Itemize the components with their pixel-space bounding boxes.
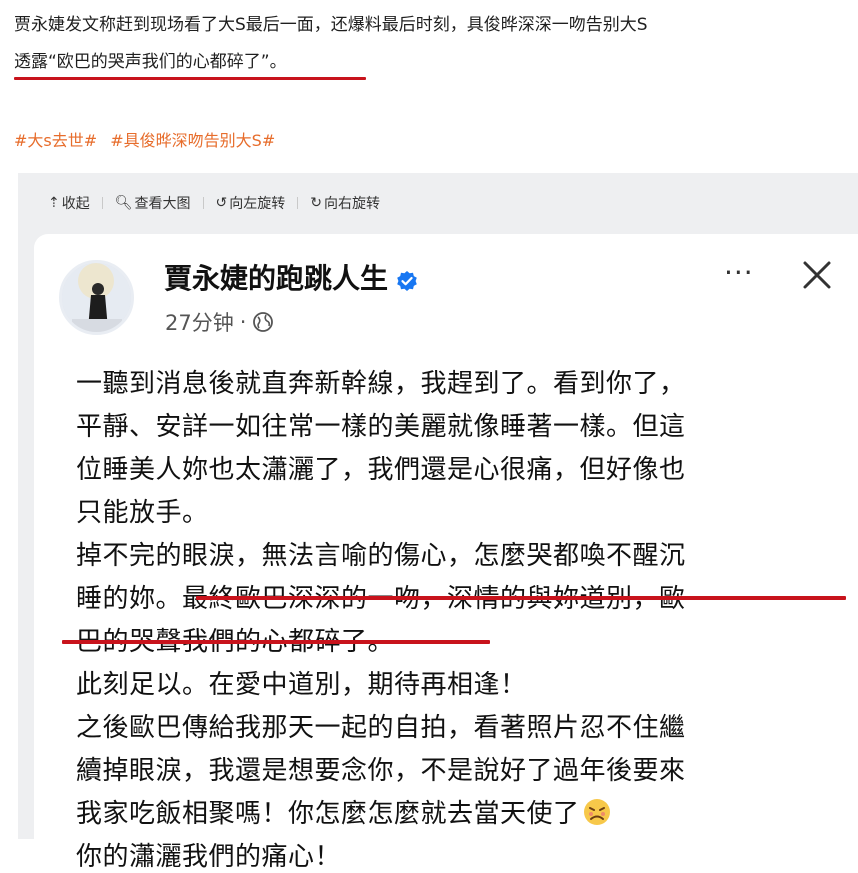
crying-face-emoji-icon <box>582 797 612 827</box>
rotate-right-button[interactable]: ↻ 向右旋转 <box>310 193 380 213</box>
divider <box>297 197 299 209</box>
rotate-right-icon: ↻ <box>310 195 322 211</box>
post-time[interactable]: 27分钟 <box>165 307 234 337</box>
separator-dot: · <box>239 310 247 334</box>
post-text-line: 位睡美人妳也太瀟灑了，我們還是心很痛，但好像也 <box>76 455 686 485</box>
post-text-line-with-emoji: 我家吃飯相聚嗎！你怎麼怎麼就去當天使了 <box>76 793 612 830</box>
post-text-line: 平靜、安詳一如往常一樣的美麗就像睡著一樣。但這 <box>76 412 686 442</box>
hashtag-row: #大s去世# #具俊晔深吻告别大S# <box>14 127 283 151</box>
post-text-line: 一聽到消息後就直奔新幹線，我趕到了。看到你了， <box>76 369 686 399</box>
collapse-label: 收起 <box>61 196 90 212</box>
red-underline-highlight <box>196 596 846 600</box>
rotate-left-icon: ↺ <box>215 195 228 211</box>
divider <box>202 197 204 209</box>
rotate-left-label: 向左旋转 <box>229 196 286 212</box>
post-text-line: 掉不完的眼淚，無法言喻的傷心，怎麼哭都喚不醒沉 <box>76 541 686 571</box>
more-options-button[interactable]: ··· <box>724 256 754 289</box>
post-meta: 27分钟 · <box>165 307 274 337</box>
hashtag-link[interactable]: #具俊晔深吻告别大S# <box>110 131 275 150</box>
red-underline-highlight <box>14 77 366 80</box>
post-text-line: 你的瀟灑我們的痛心！ <box>76 842 342 872</box>
post-text: 我家吃飯相聚嗎！你怎麼怎麼就去當天使了 <box>76 799 580 829</box>
magnifier-icon: 🔍︎ <box>114 195 133 211</box>
rotate-left-button[interactable]: ↺ 向左旋转 <box>216 193 286 213</box>
post-author[interactable]: 賈永婕的跑跳人生 <box>164 257 418 297</box>
close-icon[interactable] <box>800 258 834 292</box>
post-text-line: 只能放手。 <box>76 498 209 528</box>
post-author-name: 賈永婕的跑跳人生 <box>164 262 389 295</box>
facebook-post-screenshot: 賈永婕的跑跳人生 27分钟 · ··· 一聽到消息後就直奔新幹線，我趕到了。看到… <box>34 234 858 872</box>
article-line-1: 贾永婕发文称赶到现场看了大S最后一面，还爆料最后时刻，具俊晔深深一吻告别大S <box>14 15 648 35</box>
view-large-button[interactable]: 🔍︎ 查看大图 <box>115 193 191 213</box>
divider <box>101 197 103 209</box>
view-large-label: 查看大图 <box>134 196 191 212</box>
post-text-line: 續掉眼淚，我還是想要念你，不是說好了過年後要來 <box>76 756 686 786</box>
image-toolbar: ⇡ 收起 🔍︎ 查看大图 ↺ 向左旋转 ↻ 向右旋转 <box>48 191 380 215</box>
hashtag-link[interactable]: #大s去世# <box>14 131 97 150</box>
collapse-button[interactable]: ⇡ 收起 <box>48 193 90 213</box>
globe-icon <box>252 311 274 333</box>
avatar <box>59 260 134 335</box>
article-line-2: 透露“欧巴的哭声我们的心都碎了”。 <box>14 52 287 72</box>
verified-badge-icon <box>396 266 418 291</box>
collapse-icon: ⇡ <box>48 195 60 211</box>
post-text-line: 此刻足以。在愛中道別，期待再相逢！ <box>76 670 527 700</box>
post-text-line: 之後歐巴傳給我那天一起的自拍，看著照片忍不住繼 <box>76 713 686 743</box>
image-viewer: ⇡ 收起 🔍︎ 查看大图 ↺ 向左旋转 ↻ 向右旋转 賈永婕的跑跳人生 27分钟… <box>18 173 858 872</box>
rotate-right-label: 向右旋转 <box>323 196 380 212</box>
red-underline-highlight <box>62 640 490 644</box>
